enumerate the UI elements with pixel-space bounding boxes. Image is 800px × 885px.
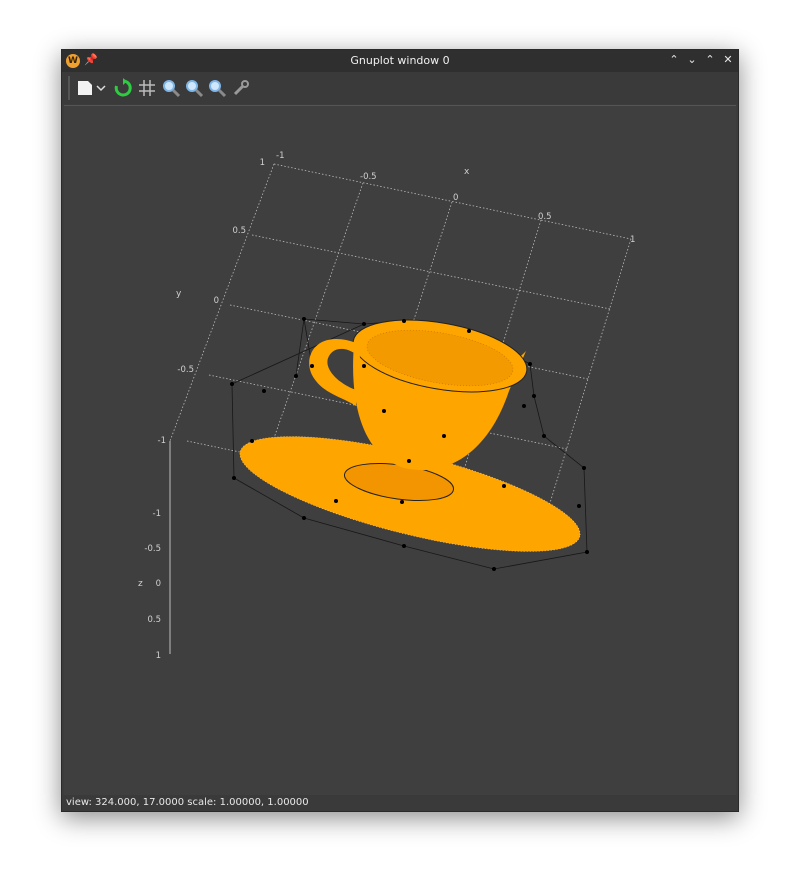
x-tick-label: -0.5 [360,172,377,182]
teacup-surface [230,317,589,571]
y-tick-label: -1 [158,436,166,446]
close-icon[interactable]: ✕ [722,52,734,68]
z-tick-label: -0.5 [144,544,161,554]
window-title: Gnuplot window 0 [350,54,450,67]
toolbar-separator [68,76,70,100]
plot-area[interactable]: -1 -0.5 0 0.5 1 x 1 0.5 0 -0.5 -1 y -1 -… [64,105,736,797]
x-tick-label: -1 [276,151,284,161]
x-tick-label: 0.5 [538,212,552,222]
y-tick-label: 1 [260,158,265,168]
shade-icon[interactable]: ⌃ [668,52,680,68]
minimize-icon[interactable]: ⌄ [686,52,698,68]
grid-line [169,163,275,442]
z-tick-label: 0 [156,579,161,589]
copy-clipboard-icon[interactable] [74,77,96,99]
y-tick-label: -0.5 [177,365,194,375]
plot-canvas[interactable]: -1 -0.5 0 0.5 1 x 1 0.5 0 -0.5 -1 y -1 -… [64,106,736,796]
zoom-next-icon[interactable] [183,77,205,99]
z-tick-label: -1 [153,509,161,519]
replot-icon[interactable] [112,77,134,99]
x-tick-label: 0 [453,193,458,203]
title-bar[interactable]: W 📌 Gnuplot window 0 ⌃ ⌄ ⌃ ✕ [62,50,738,72]
z-tick-label: 0.5 [147,615,161,625]
autoscale-icon[interactable] [206,77,228,99]
dropdown-chevron-icon[interactable] [95,77,107,99]
grid-icon[interactable] [136,77,158,99]
zoom-previous-icon[interactable] [160,77,182,99]
configuration-icon[interactable] [230,77,252,99]
grid-line [265,182,364,462]
toolbar [62,72,738,104]
maximize-icon[interactable]: ⌃ [704,52,716,68]
y-tick-label: 0.5 [232,226,246,236]
y-axis-label: y [176,289,182,299]
z-tick-label: 1 [156,651,161,661]
grid-line [545,238,632,517]
cup-handle [309,339,360,406]
grid-line [251,234,611,310]
x-tick-label: 1 [630,235,635,245]
x-axis-label: x [464,167,470,177]
gnuplot-window: W 📌 Gnuplot window 0 ⌃ ⌄ ⌃ ✕ -1 -0.5 0 0… [61,49,739,812]
z-axis-label: z [138,579,143,589]
y-tick-label: 0 [214,296,219,306]
status-bar: view: 324.000, 17.0000 scale: 1.00000, 1… [62,795,738,811]
